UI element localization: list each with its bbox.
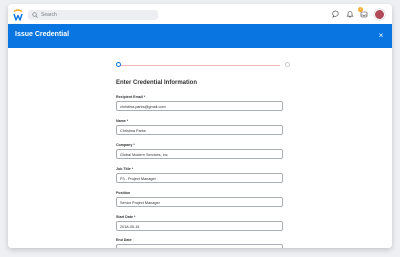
name-field[interactable]: Christina Parks (116, 125, 283, 135)
recipient-email-value: christina.parks@gmail.com (120, 104, 166, 109)
user-avatar[interactable] (374, 9, 385, 20)
end-date-label: End Date (116, 238, 132, 242)
close-icon[interactable]: × (376, 31, 386, 41)
position-value: Senior Project Manager (120, 200, 160, 205)
form-panel: Enter Credential Information Recipient E… (8, 48, 392, 248)
page-title: Issue Credential (15, 31, 70, 38)
start-date-field[interactable]: 2018-05-15 (116, 221, 283, 231)
bell-icon[interactable] (346, 10, 354, 18)
workday-logo-icon[interactable] (13, 9, 23, 21)
name-value: Christina Parks (120, 128, 146, 133)
company-field[interactable]: Global Modern Services, Inc (116, 149, 283, 159)
step-indicator-current (116, 62, 121, 67)
recipient-email-field[interactable]: christina.parks@gmail.com (116, 101, 283, 111)
progress-track (120, 65, 280, 66)
position-field[interactable]: Senior Project Manager (116, 197, 283, 207)
step-indicator-next (285, 62, 290, 67)
chat-icon[interactable] (332, 10, 340, 18)
end-date-field[interactable] (116, 244, 283, 248)
job-title-value: P3 - Project Manager (120, 176, 156, 181)
search-icon (32, 12, 38, 18)
app-window: Search 2 Issue Credential × Enter Creden… (8, 4, 392, 248)
page-header: Issue Credential × (8, 24, 392, 48)
recipient-email-label: Recipient Email * (116, 95, 146, 99)
search-placeholder: Search (41, 11, 57, 18)
position-label: Position (116, 191, 131, 195)
job-title-label: Job Title * (116, 167, 134, 171)
start-date-value: 2018-05-15 (120, 224, 140, 229)
start-date-label: Start Date * (116, 215, 136, 219)
notification-badge: 2 (358, 7, 363, 12)
name-label: Name * (116, 119, 129, 123)
job-title-field[interactable]: P3 - Project Manager (116, 173, 283, 183)
search-bar[interactable]: Search (28, 10, 158, 20)
company-value: Global Modern Services, Inc (120, 152, 168, 157)
section-title: Enter Credential Information (116, 80, 198, 86)
company-label: Company * (116, 143, 135, 147)
top-bar: Search 2 (8, 4, 392, 24)
